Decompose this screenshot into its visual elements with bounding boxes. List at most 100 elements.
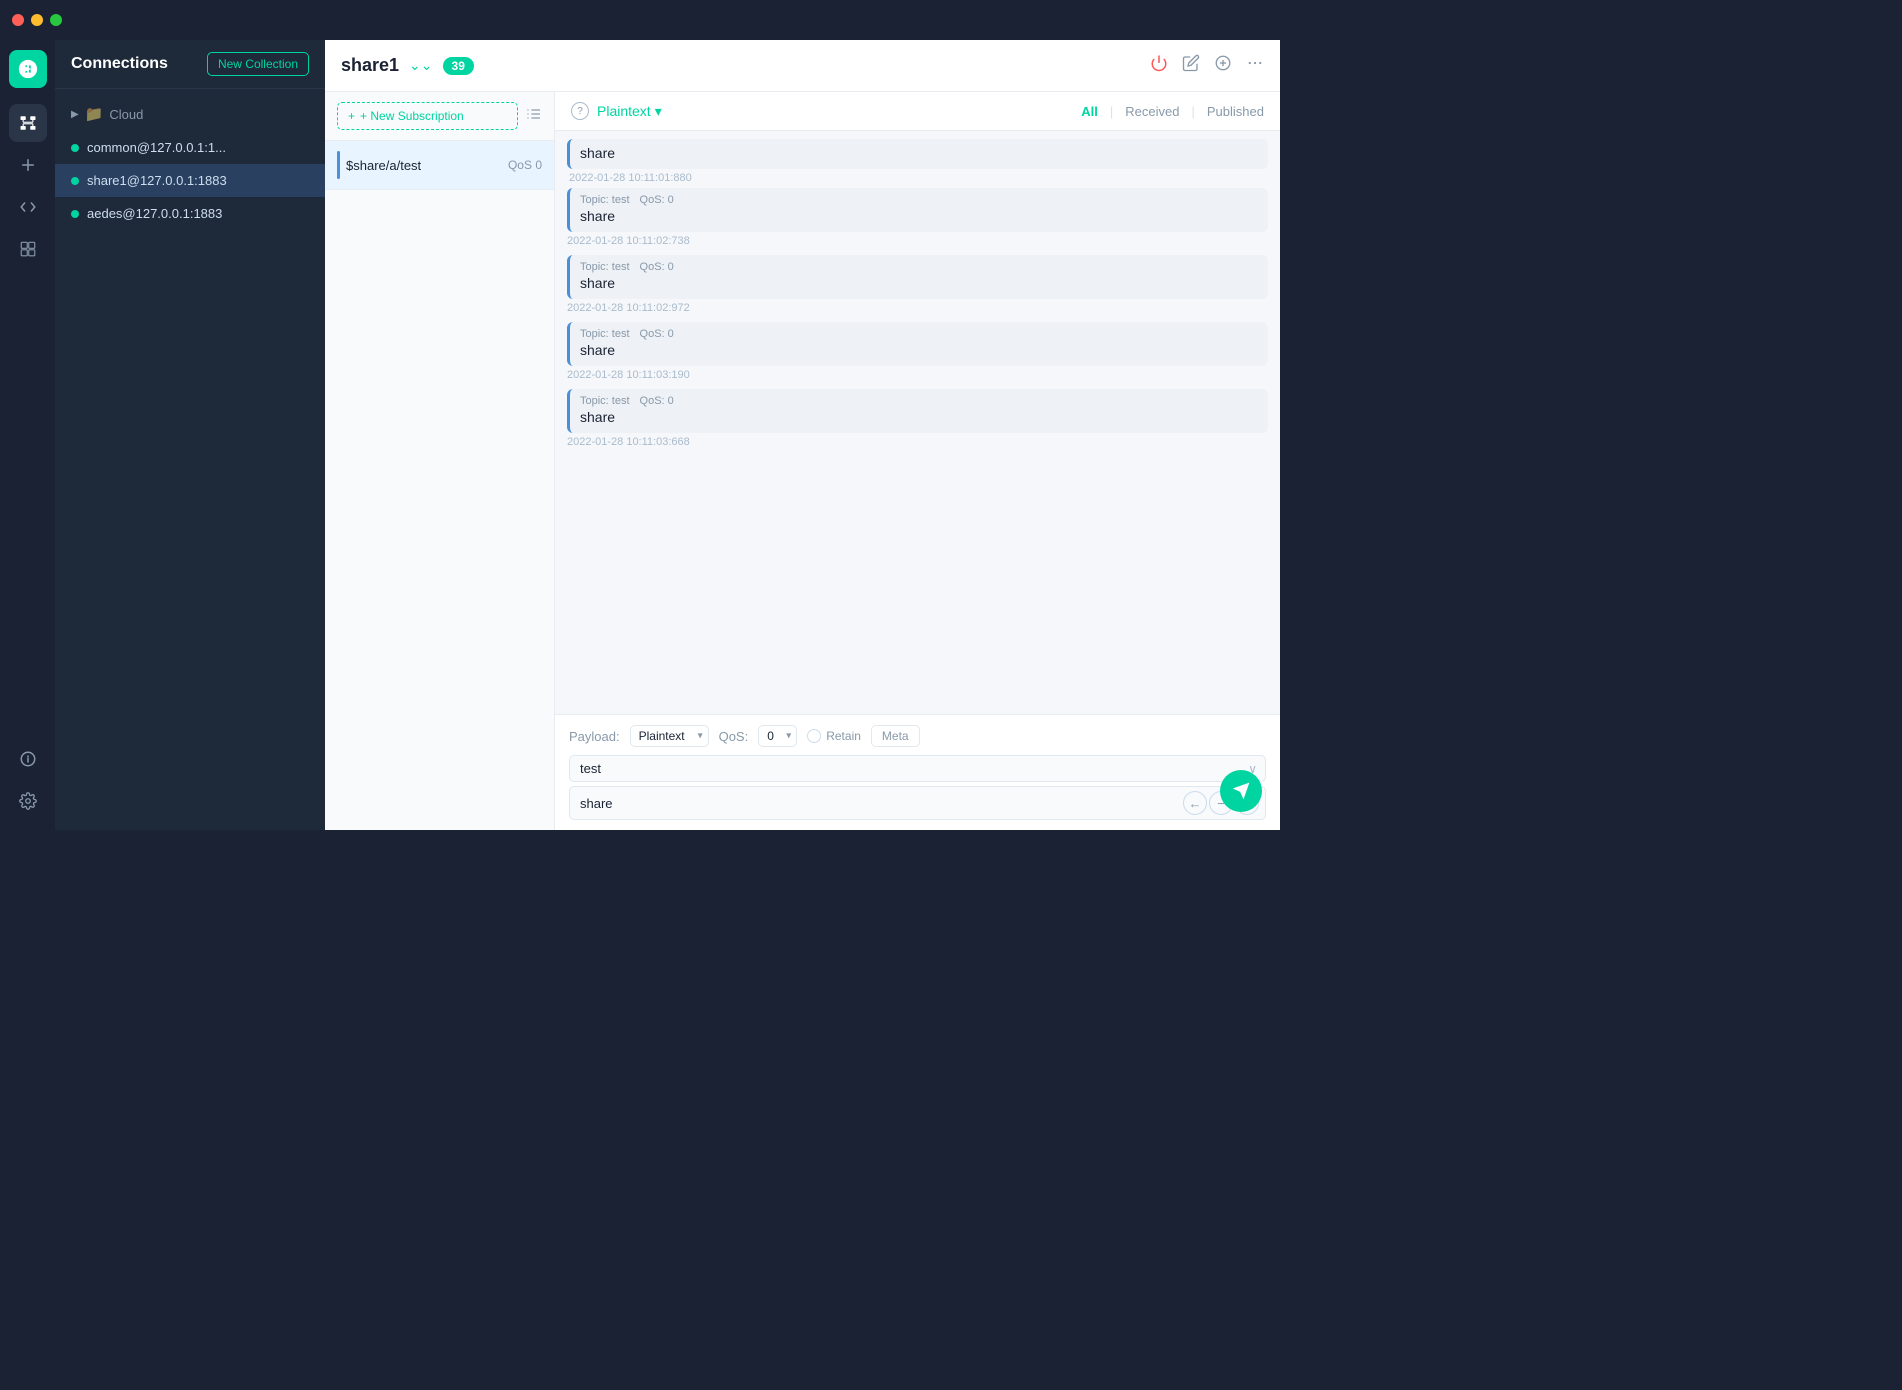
message-bubble: Topic: test QoS: 0 share [567, 188, 1268, 232]
message-filter: All | Received | Published [1081, 104, 1264, 119]
nav-settings[interactable] [9, 782, 47, 820]
message-content: share [580, 208, 1258, 224]
format-label: Plaintext [597, 103, 651, 119]
nav-add[interactable] [9, 146, 47, 184]
help-icon[interactable]: ? [571, 102, 589, 120]
close-button[interactable] [12, 14, 24, 26]
icon-nav [9, 104, 47, 736]
connection-status-dot [71, 210, 79, 218]
message-item: Topic: test QoS: 0 share 2022-01-28 10:1… [567, 389, 1268, 448]
connection-item-common[interactable]: common@127.0.0.1:1... [55, 131, 325, 164]
app-logo [9, 50, 47, 88]
connection-status-dot [71, 177, 79, 185]
subscriptions-panel: + + New Subscription [325, 92, 555, 830]
retain-toggle[interactable]: Retain [807, 729, 861, 743]
message-list: share 2022-01-28 10:11:01:880 Topic: tes… [555, 131, 1280, 714]
fullscreen-button[interactable] [50, 14, 62, 26]
dropdown-chevron-icon[interactable]: ⌄⌄ [409, 57, 432, 74]
message-qos-label: QoS: 0 [640, 261, 674, 273]
publish-payload-row: ← − → [569, 786, 1266, 820]
publish-payload-input[interactable] [570, 790, 1183, 817]
message-timestamp: 2022-01-28 10:11:03:668 [567, 436, 1268, 448]
plus-icon: + [348, 109, 355, 123]
panel-layout: + + New Subscription [325, 92, 1280, 830]
qos-label: QoS: [719, 729, 749, 744]
titlebar [0, 0, 1280, 40]
subscription-filter-icon[interactable] [526, 106, 542, 127]
message-item: Topic: test QoS: 0 share 2022-01-28 10:1… [567, 188, 1268, 247]
nav-info[interactable] [9, 740, 47, 778]
message-topic-label: Topic: test [580, 261, 630, 273]
filter-published-tab[interactable]: Published [1207, 104, 1264, 119]
retain-radio-icon [807, 729, 821, 743]
filter-received-tab[interactable]: Received [1125, 104, 1179, 119]
subscription-indicator [337, 151, 340, 179]
message-content: share [580, 145, 615, 161]
nav-connections[interactable] [9, 104, 47, 142]
message-meta: Topic: test QoS: 0 [580, 328, 1258, 340]
send-button[interactable] [1220, 770, 1262, 812]
format-select-wrapper[interactable]: Plaintext JSON Base64 Hex [630, 725, 709, 747]
message-qos-label: QoS: 0 [640, 395, 674, 407]
message-timestamp: 2022-01-28 10:11:01:880 [567, 172, 1268, 184]
connection-label: share1@127.0.0.1:1883 [87, 173, 227, 188]
more-options-icon[interactable] [1246, 54, 1264, 77]
subscription-item[interactable]: $share/a/test QoS 0 [325, 141, 554, 190]
payload-prev-button[interactable]: ← [1183, 791, 1207, 815]
new-subscription-label: + New Subscription [360, 109, 464, 123]
publish-toolbar: Payload: Plaintext JSON Base64 Hex QoS: [569, 725, 1266, 747]
message-topic-label: Topic: test [580, 194, 630, 206]
connection-item-share1[interactable]: share1@127.0.0.1:1883 [55, 164, 325, 197]
topbar-actions [1150, 54, 1264, 77]
message-content: share [580, 409, 1258, 425]
add-connection-icon[interactable] [1214, 54, 1232, 77]
message-header: ? Plaintext ▾ All | Received | Published [555, 92, 1280, 131]
messages-panel: ? Plaintext ▾ All | Received | Published [555, 92, 1280, 830]
message-meta: Topic: test QoS: 0 [580, 261, 1258, 273]
edit-icon[interactable] [1182, 54, 1200, 77]
message-count-badge: 39 [443, 57, 474, 75]
connection-label: common@127.0.0.1:1... [87, 140, 226, 155]
message-content: share [580, 342, 1258, 358]
message-content: share [580, 275, 1258, 291]
nav-code[interactable] [9, 188, 47, 226]
connection-label: aedes@127.0.0.1:1883 [87, 206, 222, 221]
power-icon[interactable] [1150, 54, 1168, 77]
connection-sidebar: Connections New Collection ▶ 📁 Cloud com… [55, 40, 325, 830]
publish-area: Payload: Plaintext JSON Base64 Hex QoS: [555, 714, 1280, 830]
filter-all-tab[interactable]: All [1081, 104, 1098, 119]
connection-item-aedes[interactable]: aedes@127.0.0.1:1883 [55, 197, 325, 230]
active-connection-name: share1 [341, 55, 399, 76]
message-timestamp: 2022-01-28 10:11:02:972 [567, 302, 1268, 314]
message-timestamp: 2022-01-28 10:11:02:738 [567, 235, 1268, 247]
sub-toolbar: + + New Subscription [325, 92, 554, 141]
payload-label: Payload: [569, 729, 620, 744]
connections-title: Connections [71, 55, 168, 73]
message-item: Topic: test QoS: 0 share 2022-01-28 10:1… [567, 322, 1268, 381]
new-collection-button[interactable]: New Collection [207, 52, 309, 76]
filter-separator-2: | [1192, 104, 1195, 119]
retain-label: Retain [826, 729, 861, 743]
format-badge[interactable]: Plaintext ▾ [597, 103, 662, 120]
new-subscription-button[interactable]: + + New Subscription [337, 102, 518, 130]
chevron-right-icon: ▶ [71, 109, 79, 120]
meta-button[interactable]: Meta [871, 725, 920, 747]
minimize-button[interactable] [31, 14, 43, 26]
qos-select[interactable]: 0 1 2 [758, 725, 797, 747]
icon-sidebar [0, 40, 55, 830]
folder-icon: 📁 [85, 105, 104, 123]
message-topic-label: Topic: test [580, 395, 630, 407]
message-meta: Topic: test QoS: 0 [580, 395, 1258, 407]
publish-topic-input[interactable] [570, 756, 1240, 781]
message-qos-label: QoS: 0 [640, 328, 674, 340]
qos-select-wrapper[interactable]: 0 1 2 [758, 725, 797, 747]
nav-data[interactable] [9, 230, 47, 268]
filter-separator: | [1110, 104, 1113, 119]
subscription-topic: $share/a/test [346, 158, 421, 173]
cloud-group[interactable]: ▶ 📁 Cloud [55, 97, 325, 131]
connection-status-dot [71, 144, 79, 152]
topbar: share1 ⌄⌄ 39 [325, 40, 1280, 92]
message-bubble: Topic: test QoS: 0 share [567, 255, 1268, 299]
format-select[interactable]: Plaintext JSON Base64 Hex [630, 725, 709, 747]
subscription-qos: QoS 0 [508, 158, 542, 172]
